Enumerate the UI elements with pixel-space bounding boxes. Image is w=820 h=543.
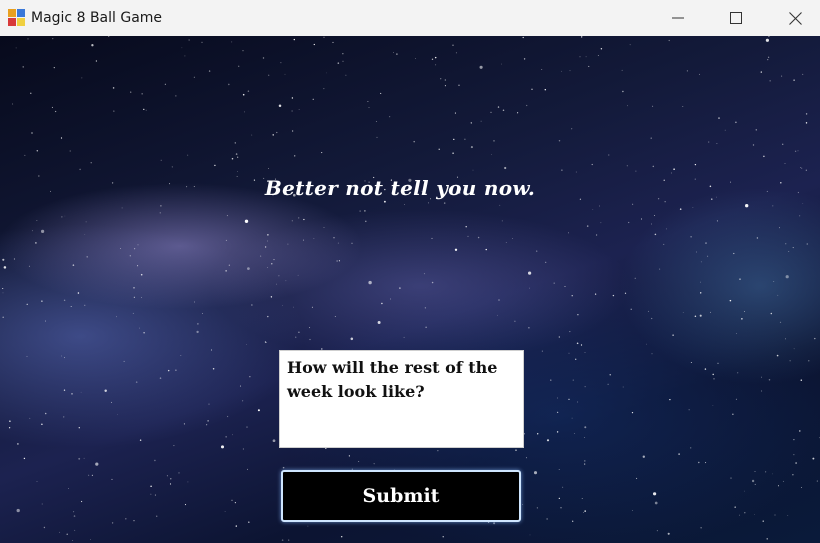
maximize-button[interactable] xyxy=(707,0,765,36)
app-icon xyxy=(8,9,25,26)
submit-label: Submit xyxy=(362,485,440,507)
window-title: Magic 8 Ball Game xyxy=(31,10,163,26)
minimize-icon xyxy=(672,17,684,19)
title-bar[interactable]: Magic 8 Ball Game xyxy=(0,0,820,36)
close-icon xyxy=(788,11,802,25)
starry-background: Better not tell you now. How will the re… xyxy=(0,36,820,543)
maximize-icon xyxy=(730,12,742,24)
submit-button[interactable]: Submit xyxy=(281,470,521,522)
close-button[interactable] xyxy=(766,0,820,36)
question-input[interactable]: How will the rest of the week look like? xyxy=(279,350,524,448)
answer-text: Better not tell you now. xyxy=(264,176,536,200)
star-field xyxy=(2,36,820,542)
minimize-button[interactable] xyxy=(649,0,707,36)
